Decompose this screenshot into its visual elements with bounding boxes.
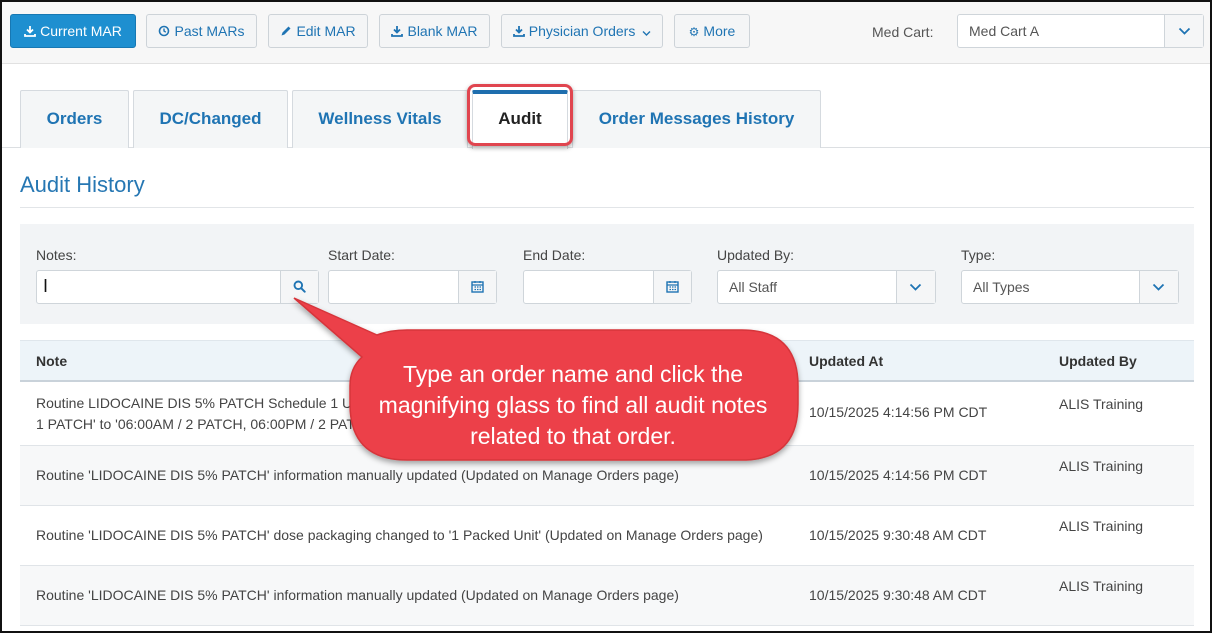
updated-by-select[interactable]: All Staff bbox=[717, 270, 936, 304]
past-mars-button[interactable]: Past MARs bbox=[146, 14, 257, 48]
type-value: All Types bbox=[973, 279, 1030, 295]
page-title: Audit History bbox=[20, 172, 145, 197]
start-date-input[interactable] bbox=[328, 270, 497, 304]
chevron-down-icon bbox=[1152, 283, 1165, 291]
updated-by-dropdown-toggle[interactable] bbox=[896, 271, 935, 303]
column-header-note[interactable]: Note bbox=[36, 353, 67, 369]
end-date-input[interactable] bbox=[523, 270, 692, 304]
med-cart-label: Med Cart: bbox=[872, 24, 934, 40]
tab-dc-changed[interactable]: DC/Changed bbox=[133, 90, 288, 148]
updated-by-label: Updated By: bbox=[717, 247, 795, 263]
updated-at-cell: 10/15/2025 9:30:48 AM CDT bbox=[809, 587, 987, 603]
note-cell: Routine 'LIDOCAINE DIS 5% PATCH' dose pa… bbox=[36, 527, 763, 543]
note-cell: Routine 'LIDOCAINE DIS 5% PATCH' informa… bbox=[36, 587, 679, 603]
start-date-label: Start Date: bbox=[328, 247, 395, 263]
current-mar-label: Current MAR bbox=[40, 23, 122, 39]
notes-search-button[interactable] bbox=[280, 271, 318, 303]
tab-audit[interactable]: Audit bbox=[472, 90, 568, 149]
gear-icon: ⚙ bbox=[688, 25, 700, 39]
updated-by-cell: ALIS Training bbox=[1059, 396, 1144, 412]
med-cart-dropdown-toggle[interactable] bbox=[1164, 15, 1203, 47]
med-cart-select[interactable]: Med Cart A bbox=[957, 14, 1204, 48]
filter-panel: Notes: I Start Date: End Date: Updated B… bbox=[20, 224, 1194, 324]
note-cell: Routine 'LIDOCAINE DIS 5% PATCH' informa… bbox=[36, 467, 679, 483]
updated-by-cell: ALIS Training bbox=[1059, 518, 1144, 534]
search-icon bbox=[293, 280, 306, 293]
past-mars-label: Past MARs bbox=[174, 23, 245, 39]
more-button[interactable]: ⚙ More bbox=[674, 14, 750, 48]
tab-order-messages-history[interactable]: Order Messages History bbox=[572, 90, 821, 148]
callout-text: Type an order name and click the magnify… bbox=[378, 360, 768, 449]
more-label: More bbox=[703, 23, 736, 39]
end-date-label: End Date: bbox=[523, 247, 586, 263]
current-mar-button[interactable]: Current MAR bbox=[10, 14, 136, 48]
calendar-icon bbox=[666, 281, 679, 293]
notes-label: Notes: bbox=[36, 247, 77, 263]
physician-orders-label: Physician Orders bbox=[528, 23, 636, 39]
calendar-icon bbox=[471, 281, 484, 293]
updated-by-cell: ALIS Training bbox=[1059, 578, 1144, 594]
table-row[interactable]: Routine 'LIDOCAINE DIS 5% PATCH' dose pa… bbox=[20, 506, 1194, 566]
download-icon bbox=[512, 26, 525, 37]
edit-mar-button[interactable]: Edit MAR bbox=[268, 14, 368, 48]
table-row[interactable]: Routine 'LIDOCAINE DIS 5% PATCH' informa… bbox=[20, 566, 1194, 626]
med-cart-value: Med Cart A bbox=[969, 23, 1040, 39]
toolbar: Current MAR Past MARs Edit MAR Blank MAR… bbox=[2, 2, 1210, 64]
updated-at-cell: 10/15/2025 4:14:56 PM CDT bbox=[809, 467, 988, 483]
blank-mar-button[interactable]: Blank MAR bbox=[379, 14, 490, 48]
edit-mar-label: Edit MAR bbox=[296, 23, 356, 39]
notes-input[interactable]: I bbox=[36, 270, 319, 304]
window-frame: Current MAR Past MARs Edit MAR Blank MAR… bbox=[0, 0, 1212, 633]
updated-at-cell: 10/15/2025 4:14:56 PM CDT bbox=[809, 404, 988, 420]
start-date-picker-button[interactable] bbox=[458, 271, 496, 303]
updated-by-cell: ALIS Training bbox=[1059, 458, 1144, 474]
type-dropdown-toggle[interactable] bbox=[1139, 271, 1178, 303]
text-cursor-icon: I bbox=[43, 276, 49, 296]
pencil-icon bbox=[281, 26, 291, 36]
column-header-updated-by[interactable]: Updated By bbox=[1059, 353, 1137, 369]
download-icon bbox=[391, 26, 404, 37]
tab-bar: Orders DC/Changed Wellness Vitals Audit … bbox=[2, 64, 1210, 149]
physician-orders-button[interactable]: Physician Orders bbox=[501, 14, 663, 48]
chevron-down-icon bbox=[642, 31, 651, 36]
type-select[interactable]: All Types bbox=[961, 270, 1179, 304]
tab-orders[interactable]: Orders bbox=[20, 90, 129, 148]
history-icon bbox=[159, 25, 170, 37]
updated-at-cell: 10/15/2025 9:30:48 AM CDT bbox=[809, 527, 987, 543]
divider bbox=[20, 207, 1194, 208]
end-date-picker-button[interactable] bbox=[653, 271, 691, 303]
column-header-updated-at[interactable]: Updated At bbox=[809, 353, 883, 369]
download-icon bbox=[24, 26, 37, 37]
chevron-down-icon bbox=[909, 283, 922, 291]
tab-wellness-vitals[interactable]: Wellness Vitals bbox=[292, 90, 468, 148]
blank-mar-label: Blank MAR bbox=[407, 23, 478, 39]
type-label: Type: bbox=[961, 247, 996, 263]
updated-by-value: All Staff bbox=[729, 279, 777, 295]
chevron-down-icon bbox=[1178, 27, 1191, 35]
